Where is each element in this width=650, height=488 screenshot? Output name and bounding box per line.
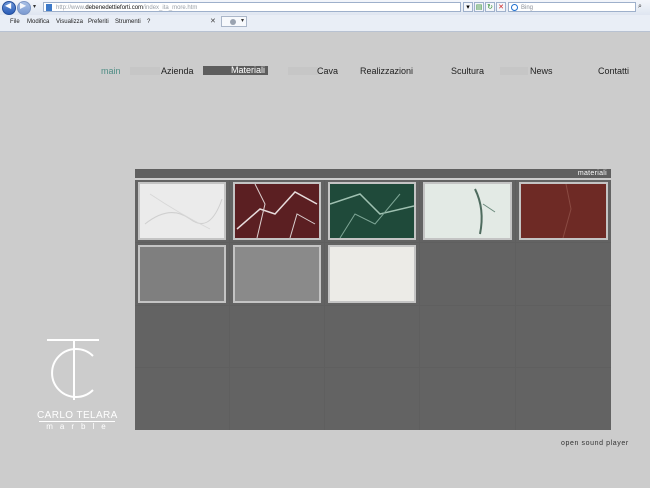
thumbnail-marble-white-green[interactable] [423,182,512,240]
grid-cell-empty [230,368,324,430]
forward-button[interactable]: ▶ [17,1,31,15]
menu-strumenti[interactable]: Strumenti [115,19,141,25]
grid-cell-empty [516,368,611,430]
nav-separator [288,67,318,75]
browser-tab[interactable]: ▾ [221,16,247,27]
grid-cell-empty [135,368,229,430]
marble-veining [329,193,415,239]
nav-azienda[interactable]: Azienda [161,66,194,76]
thumbnail-marble-red-veined[interactable] [233,182,321,240]
loading-icon [230,19,236,25]
address-bar[interactable]: http://www.debenedettieforti.com/index_i… [43,2,461,12]
menu-file[interactable]: File [10,19,20,25]
marble-veining [236,183,318,239]
forward-arrow-icon: ▶ [20,1,27,10]
marble-veining [144,193,223,230]
address-row: ◀ ▶ ▾ http://www.debenedettieforti.com/i… [0,0,650,15]
thumbnail-marble-dark-red[interactable] [519,182,608,240]
grid-cell[interactable] [325,180,419,242]
back-button[interactable]: ◀ [2,1,16,15]
nav-materiali[interactable]: Materiali [203,66,268,75]
history-dropdown-icon[interactable]: ▾ [33,3,36,10]
address-path: /index_ita_more.htm [143,5,198,11]
thumbnail-granite-grey[interactable] [233,245,321,303]
nav-cava[interactable]: Cava [317,66,338,76]
brand-logo[interactable]: CARLO TELARA marble [37,338,117,434]
grid-cell[interactable] [230,243,324,305]
grid-cell-empty [230,306,324,367]
nav-main[interactable]: main [101,66,121,76]
menu-help[interactable]: ? [147,19,150,25]
panel-title-bar: materiali [135,169,611,178]
menu-modifica[interactable]: Modifica [27,19,49,25]
thumbnail-marble-white-carrara[interactable] [138,182,226,240]
grid-cell[interactable] [135,180,229,242]
bing-icon [511,4,518,11]
logo-name: CARLO TELARA [37,410,118,421]
menu-bar: File Modifica Visualizza Preferiti Strum… [0,16,650,30]
thumbnail-granite-grey-dark[interactable] [138,245,226,303]
materials-grid [135,180,611,430]
grid-cell-empty [135,306,229,367]
ct-monogram-icon [47,339,99,400]
nav-scultura[interactable]: Scultura [451,66,484,76]
grid-cell[interactable] [135,243,229,305]
nav-separator [130,67,160,75]
grid-cell[interactable] [230,180,324,242]
address-domain: debenedettieforti.com [85,5,144,11]
open-sound-player-link[interactable]: open sound player [561,440,629,447]
compatibility-view-button[interactable]: ▤ [474,2,484,12]
address-prefix: http://www. [56,5,86,11]
grid-cell[interactable] [325,243,419,305]
nav-separator [500,67,528,75]
grid-cell-empty [516,306,611,367]
grid-cell-empty [325,368,419,430]
nav-realizzazioni[interactable]: Realizzazioni [360,66,413,76]
grid-cell-empty [420,368,515,430]
thumbnail-marble-ivory[interactable] [328,245,416,303]
search-field[interactable]: Bing [508,2,636,12]
grid-cell-empty [516,243,611,305]
grid-cell[interactable] [420,180,515,242]
nav-contatti[interactable]: Contatti [598,66,629,76]
grid-cell-empty [420,243,515,305]
search-button[interactable]: ⌕ [638,2,647,12]
menu-preferiti[interactable]: Preferiti [88,19,109,25]
stop-button[interactable]: ✕ [496,2,506,12]
marble-veining [562,183,572,239]
refresh-button[interactable]: ↻ [485,2,495,12]
tab-menu-icon[interactable]: ▾ [241,17,244,24]
search-placeholder: Bing [521,5,534,11]
logo-subtitle: marble [46,422,113,431]
nav-news[interactable]: News [530,66,553,76]
panel-title: materiali [577,170,607,177]
grid-cell-empty [325,306,419,367]
browser-chrome: ◀ ▶ ▾ http://www.debenedettieforti.com/i… [0,0,650,32]
page-icon [46,4,52,11]
close-tab-icon[interactable]: ✕ [210,17,216,25]
grid-cell-empty [420,306,515,367]
menu-visualizza[interactable]: Visualizza [56,19,83,25]
back-arrow-icon: ◀ [5,1,12,10]
marble-veining [474,188,496,235]
address-dropdown-button[interactable]: ▾ [463,2,473,12]
thumbnail-marble-green-veined[interactable] [328,182,416,240]
grid-cell[interactable] [516,180,611,242]
